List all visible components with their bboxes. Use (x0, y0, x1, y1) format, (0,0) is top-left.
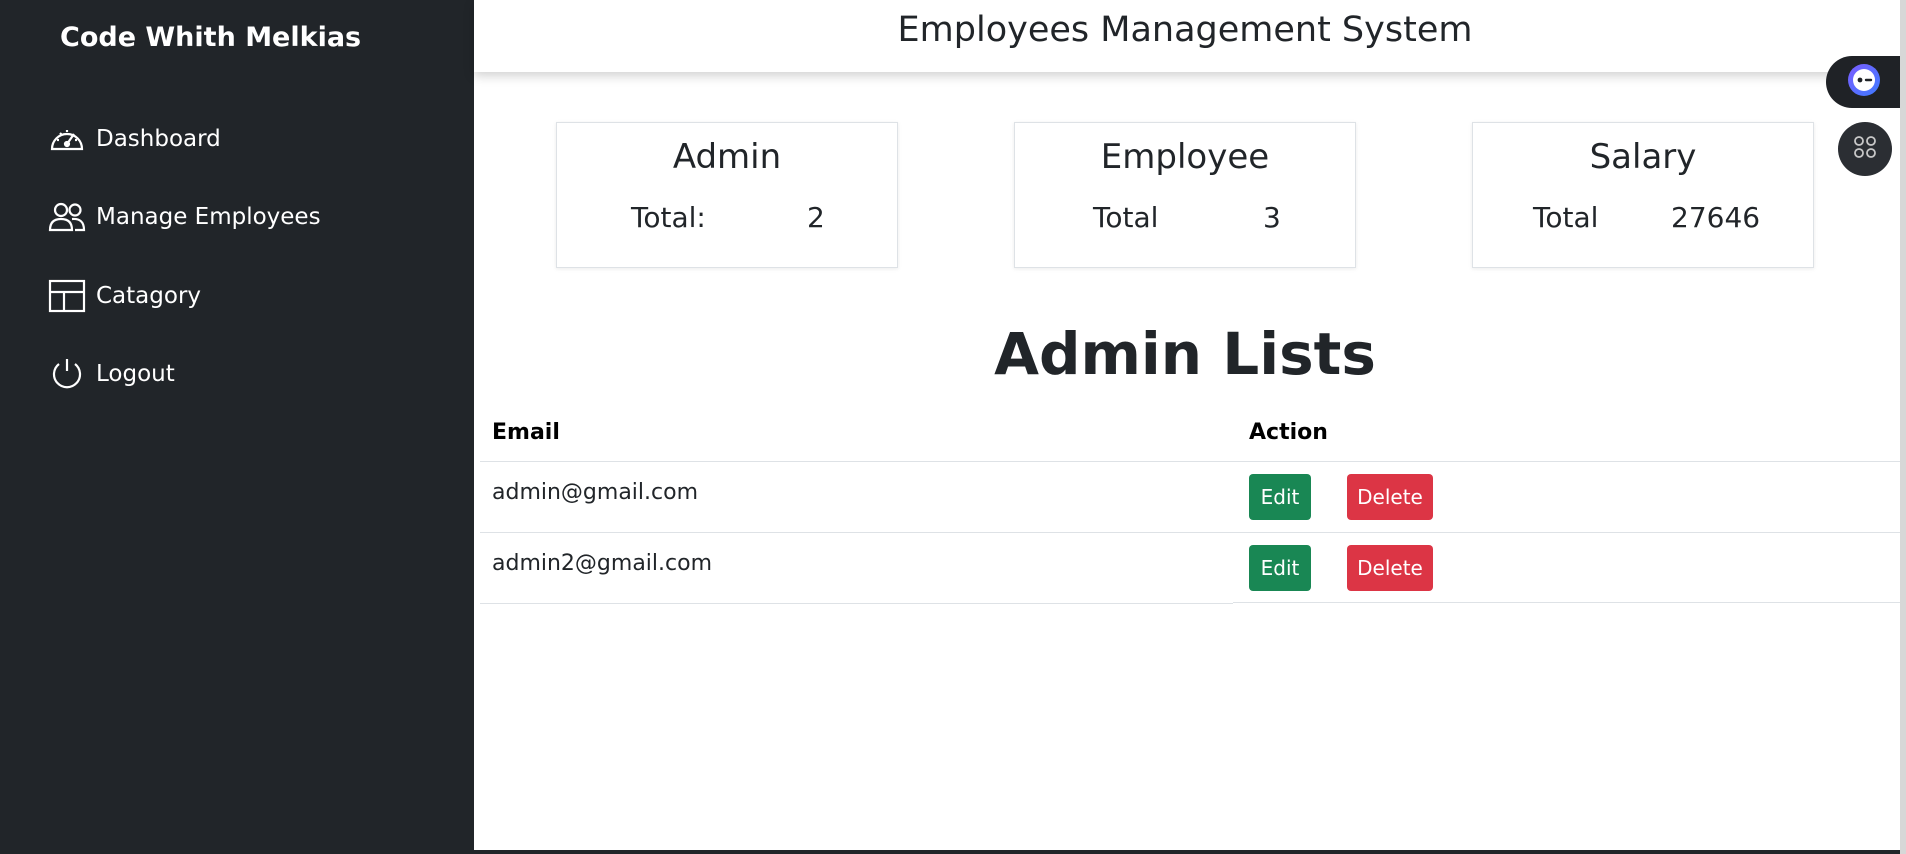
speedometer-icon (48, 122, 86, 156)
card-title: Admin (672, 137, 782, 177)
people-icon (48, 200, 86, 234)
edit-button[interactable]: Edit (1249, 474, 1311, 520)
assistant-face-icon (1846, 62, 1882, 102)
sidebar-item-manage-employees[interactable]: Manage Employees (48, 197, 321, 237)
row-email: admin@gmail.com (492, 480, 699, 505)
admin-list-title: Admin Lists (994, 320, 1376, 388)
brand-title[interactable]: Code Whith Melkias (60, 22, 361, 53)
scrollbar[interactable] (1900, 0, 1906, 854)
columns-icon (48, 279, 86, 313)
sidebar-item-dashboard[interactable]: Dashboard (48, 119, 221, 159)
assistant-widget[interactable] (1826, 56, 1902, 108)
card-label: Total (1533, 201, 1599, 234)
card-label: Total: (631, 201, 706, 234)
divider (480, 532, 1900, 533)
apps-widget[interactable] (1838, 122, 1892, 176)
sidebar-item-label: Logout (96, 361, 175, 387)
row-email: admin2@gmail.com (492, 551, 713, 576)
divider (480, 603, 1233, 604)
sidebar-item-label: Catagory (96, 283, 202, 309)
card-value: 3 (1263, 201, 1281, 234)
card-title: Employee (1100, 137, 1270, 177)
sidebar: Code Whith Melkias Dashboard Manage Empl… (0, 0, 474, 854)
employee-summary-card: Employee Total 3 (1014, 122, 1356, 268)
grid-icon (1852, 134, 1878, 164)
sidebar-item-label: Manage Employees (96, 204, 321, 230)
delete-button[interactable]: Delete (1347, 474, 1433, 520)
card-value: 27646 (1671, 201, 1761, 234)
sidebar-item-label: Dashboard (96, 126, 221, 152)
power-icon (48, 357, 86, 391)
salary-summary-card: Salary Total 27646 (1472, 122, 1814, 268)
divider (1233, 602, 1900, 603)
divider (480, 461, 1900, 462)
card-value: 2 (807, 201, 825, 234)
card-title: Salary (1589, 137, 1697, 177)
page-header: Employees Management System (474, 0, 1900, 72)
delete-button[interactable]: Delete (1347, 545, 1433, 591)
page-title: Employees Management System (897, 10, 1473, 50)
edit-button[interactable]: Edit (1249, 545, 1311, 591)
card-label: Total (1093, 201, 1159, 234)
sidebar-item-catagory[interactable]: Catagory (48, 276, 201, 316)
main-content: Employees Management System Admin Total:… (474, 0, 1900, 850)
column-header-email: Email (492, 420, 560, 445)
admin-summary-card: Admin Total: 2 (556, 122, 898, 268)
sidebar-item-logout[interactable]: Logout (48, 354, 175, 394)
column-header-action: Action (1249, 420, 1328, 445)
